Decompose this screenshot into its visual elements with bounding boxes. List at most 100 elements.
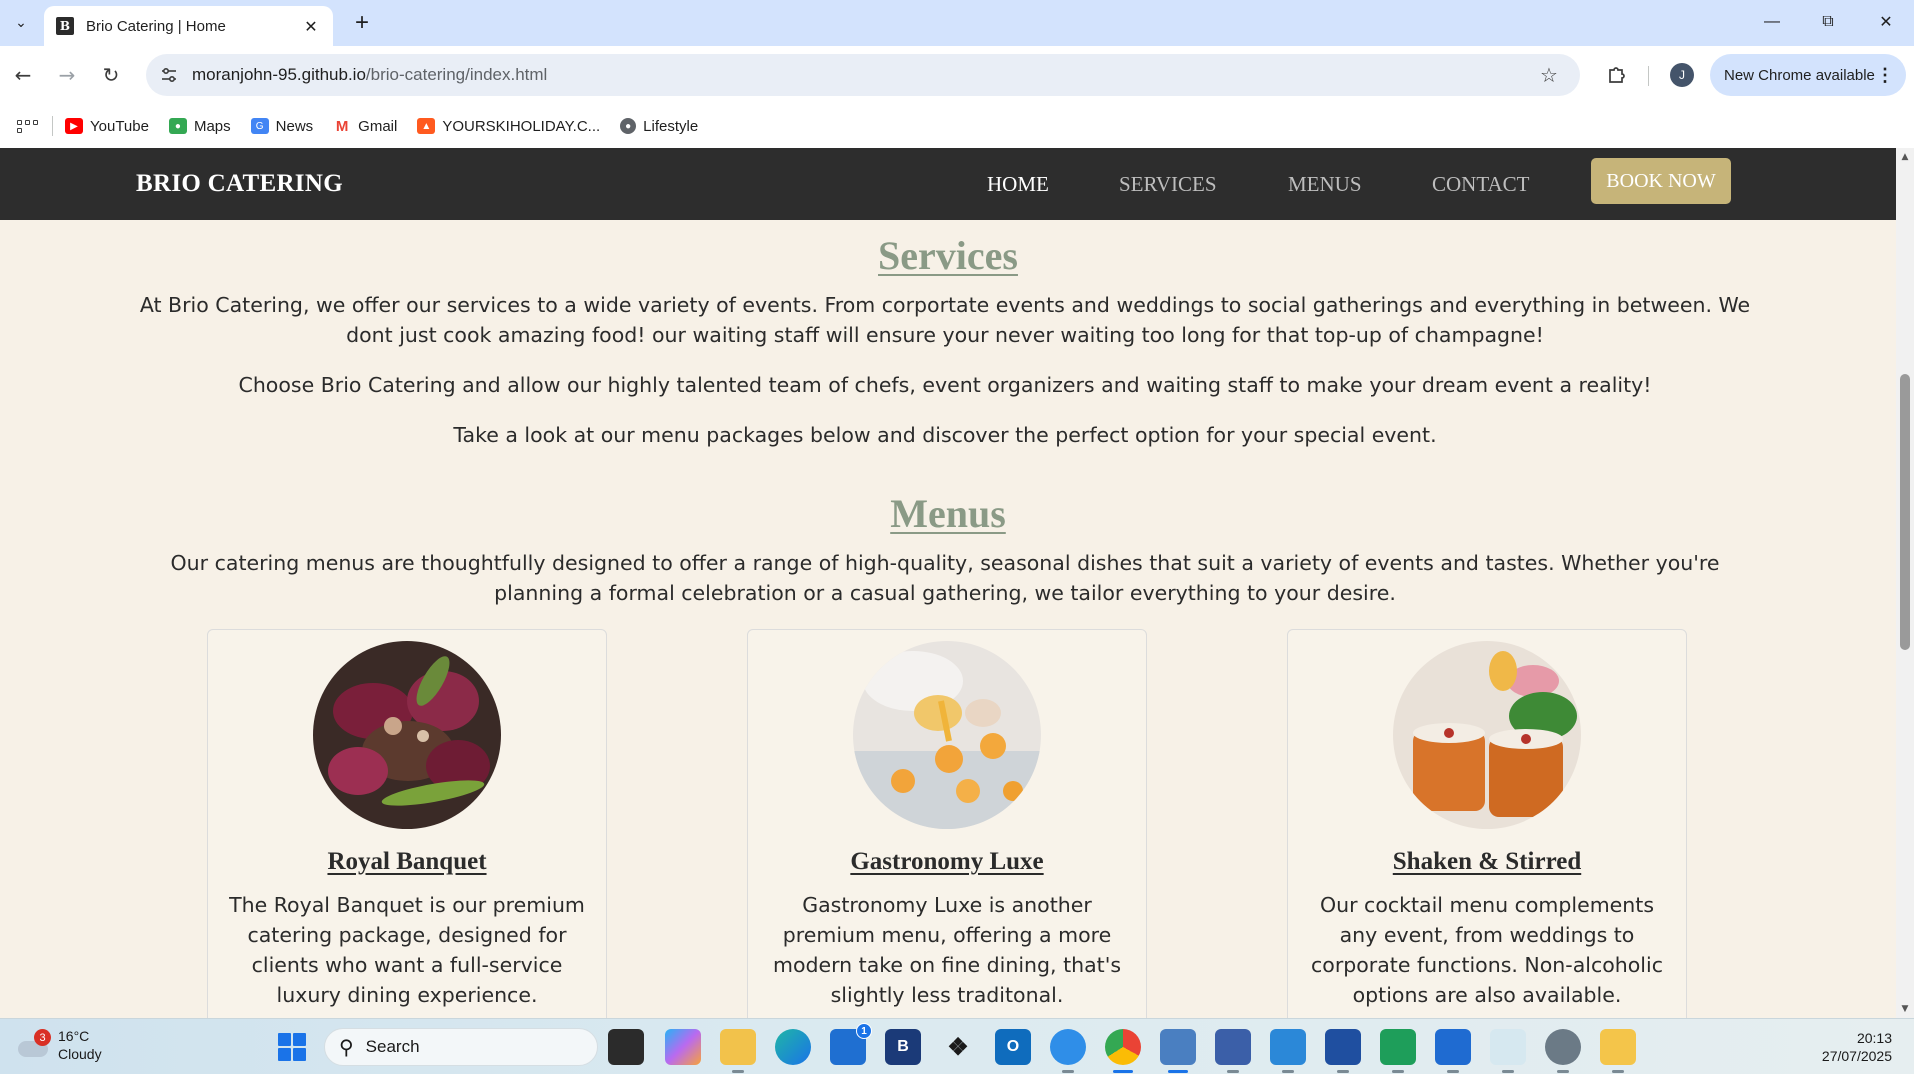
clock-date: 27/07/2025 bbox=[1821, 1048, 1892, 1064]
bookmark-maps[interactable]: ● Maps bbox=[168, 117, 231, 135]
youtube-icon: ▶ bbox=[65, 118, 83, 134]
taskbar-search-box[interactable]: ⚲ Search bbox=[324, 1028, 598, 1066]
photos-app-icon[interactable] bbox=[1435, 1029, 1471, 1073]
gmail-icon: M bbox=[335, 117, 349, 135]
browser-tab-active[interactable]: B Brio Catering | Home ✕ bbox=[44, 6, 333, 46]
bookmark-lifestyle[interactable]: ● Lifestyle bbox=[620, 118, 698, 135]
scrollbar-thumb[interactable] bbox=[1900, 374, 1910, 650]
nav-link-menus[interactable]: MENUS bbox=[1288, 172, 1362, 197]
bookmark-youtube[interactable]: ▶ YouTube bbox=[65, 118, 149, 135]
menu-card-title[interactable]: Gastronomy Luxe bbox=[748, 848, 1146, 876]
services-paragraph-3: Take a look at our menu packages below a… bbox=[453, 423, 1437, 447]
url-text[interactable]: moranjohn-95.github.io/brio-catering/ind… bbox=[192, 65, 1534, 85]
tab-search-chevron-icon[interactable]: ⌄ bbox=[8, 10, 34, 36]
git-app-icon[interactable] bbox=[1380, 1029, 1416, 1073]
bookmark-star-icon[interactable]: ☆ bbox=[1534, 63, 1564, 87]
vscode-icon[interactable] bbox=[1270, 1029, 1306, 1073]
globe-icon: ● bbox=[620, 118, 637, 134]
file-explorer-icon[interactable] bbox=[720, 1029, 756, 1073]
store-badge: 1 bbox=[856, 1023, 872, 1039]
system-clock[interactable]: 20:13 27/07/2025 bbox=[1810, 1029, 1892, 1065]
bookmark-label: YouTube bbox=[90, 117, 149, 135]
weather-temperature: 16°C bbox=[58, 1028, 90, 1044]
scroll-down-arrow-icon[interactable]: ▼ bbox=[1896, 1002, 1914, 1016]
copilot-icon[interactable] bbox=[665, 1029, 701, 1065]
weather-widget[interactable]: 3 16°C Cloudy bbox=[16, 1027, 102, 1063]
edge-browser-icon[interactable] bbox=[775, 1029, 811, 1065]
booking-app-icon[interactable]: B bbox=[885, 1029, 921, 1065]
nav-link-contact[interactable]: CONTACT bbox=[1432, 172, 1529, 197]
skiholiday-icon: ▲ bbox=[417, 118, 436, 134]
chrome-menu-dots-icon: ⋮ bbox=[1876, 64, 1894, 85]
menus-heading: Menus bbox=[890, 491, 1006, 536]
chrome-browser-icon[interactable] bbox=[1105, 1029, 1141, 1073]
snipping-tool-icon[interactable] bbox=[1490, 1029, 1526, 1073]
remote-desktop-icon[interactable] bbox=[1160, 1029, 1196, 1073]
bookmark-news[interactable]: G News bbox=[250, 117, 314, 135]
page-scrollbar[interactable]: ▲ ▼ bbox=[1896, 148, 1914, 1018]
bookmark-label: Maps bbox=[193, 117, 231, 135]
news-icon: G bbox=[250, 118, 269, 134]
windows-start-icon[interactable] bbox=[278, 1033, 306, 1061]
cloudy-weather-icon: 3 bbox=[16, 1029, 51, 1057]
file-manager-icon[interactable] bbox=[1600, 1029, 1636, 1073]
outlook-icon[interactable]: O bbox=[995, 1029, 1031, 1065]
menu-card-title[interactable]: Shaken & Stirred bbox=[1288, 848, 1686, 876]
microsoft-store-icon[interactable]: 1 bbox=[830, 1023, 872, 1065]
window-restore-icon[interactable]: ⧉ bbox=[1808, 8, 1848, 36]
bookmark-label: Lifestyle bbox=[643, 117, 699, 135]
royal-banquet-food-image bbox=[313, 641, 501, 829]
bookmarks-bar: ▶ YouTube ● Maps G News M Gmail ▲ YOURSKIHOLI… bbox=[0, 104, 1914, 148]
menu-card-description: The Royal Banquet is our premium caterin… bbox=[229, 893, 585, 1007]
apps-grid-icon[interactable] bbox=[16, 115, 38, 137]
chrome-update-button[interactable]: New Chrome available ⋮ bbox=[1710, 54, 1906, 96]
bookmark-yourskiholiday[interactable]: ▲ YOURSKIHOLIDAY.C... bbox=[417, 118, 600, 135]
bookmarks-divider bbox=[52, 116, 53, 136]
bookmark-label: YOURSKIHOLIDAY.C... bbox=[442, 117, 601, 135]
site-brand-logo[interactable]: BRIO CATERING bbox=[136, 170, 343, 198]
extensions-puzzle-icon[interactable] bbox=[1600, 58, 1634, 92]
windows-taskbar: 3 16°C Cloudy ⚲ Search 1 B ❖ O 20:13 27/… bbox=[0, 1018, 1914, 1074]
gastronomy-luxe-food-image bbox=[853, 641, 1041, 829]
services-heading: Services bbox=[878, 233, 1018, 278]
menus-intro: Our catering menus are thoughtfully desi… bbox=[170, 551, 1720, 605]
menu-card-description: Gastronomy Luxe is another premium menu,… bbox=[772, 893, 1122, 1007]
profile-avatar[interactable]: J bbox=[1670, 63, 1694, 87]
forward-arrow-icon[interactable]: → bbox=[50, 58, 84, 92]
page-viewport: BRIO CATERING HOME SERVICES MENUS CONTAC… bbox=[0, 148, 1896, 1018]
services-paragraph-1: At Brio Catering, we offer our services … bbox=[139, 293, 1751, 347]
menu-card-shaken-stirred[interactable]: Shaken & Stirred Our cocktail menu compl… bbox=[1287, 629, 1687, 1018]
url-host: moranjohn-95.github.io bbox=[192, 65, 366, 84]
menu-card-title[interactable]: Royal Banquet bbox=[208, 848, 606, 876]
site-navbar: BRIO CATERING HOME SERVICES MENUS CONTAC… bbox=[0, 148, 1896, 220]
nav-link-home[interactable]: HOME bbox=[987, 172, 1049, 197]
back-arrow-icon[interactable]: ← bbox=[6, 58, 40, 92]
network-app-icon[interactable] bbox=[1050, 1029, 1086, 1073]
services-paragraph-2: Choose Brio Catering and allow our highl… bbox=[238, 373, 1652, 397]
chrome-update-label: New Chrome available bbox=[1724, 66, 1875, 84]
menu-card-gastronomy-luxe[interactable]: Gastronomy Luxe Gastronomy Luxe is anoth… bbox=[747, 629, 1147, 1018]
bookmark-gmail[interactable]: M Gmail bbox=[333, 118, 397, 135]
nav-link-services[interactable]: SERVICES bbox=[1119, 172, 1217, 197]
site-info-tune-icon[interactable] bbox=[158, 64, 180, 86]
browser-toolbar: ← → ↻ moranjohn-95.github.io/brio-cateri… bbox=[0, 46, 1914, 104]
document-viewer-icon[interactable] bbox=[1215, 1029, 1251, 1073]
menu-card-royal-banquet[interactable]: Royal Banquet The Royal Banquet is our p… bbox=[207, 629, 607, 1018]
dropbox-desktop-icon[interactable] bbox=[1325, 1029, 1361, 1073]
maps-icon: ● bbox=[168, 118, 187, 134]
scroll-up-arrow-icon[interactable]: ▲ bbox=[1896, 150, 1914, 164]
browser-tab-strip: ⌄ B Brio Catering | Home ✕ + — ⧉ ✕ bbox=[0, 0, 1914, 46]
settings-gear-icon[interactable] bbox=[1545, 1029, 1581, 1073]
toolbar-divider bbox=[1648, 66, 1649, 86]
bookmark-label: News bbox=[275, 117, 314, 135]
dropbox-icon[interactable]: ❖ bbox=[940, 1029, 976, 1065]
reload-icon[interactable]: ↻ bbox=[94, 58, 128, 92]
new-tab-plus-icon[interactable]: + bbox=[348, 9, 376, 37]
window-close-icon[interactable]: ✕ bbox=[1866, 8, 1906, 36]
address-bar[interactable]: moranjohn-95.github.io/brio-catering/ind… bbox=[146, 54, 1580, 96]
window-minimize-icon[interactable]: — bbox=[1752, 8, 1792, 36]
tab-close-icon[interactable]: ✕ bbox=[301, 17, 321, 36]
task-view-icon[interactable] bbox=[608, 1029, 644, 1065]
book-now-button[interactable]: BOOK NOW bbox=[1591, 158, 1731, 204]
bookmark-label: Gmail bbox=[358, 117, 398, 135]
